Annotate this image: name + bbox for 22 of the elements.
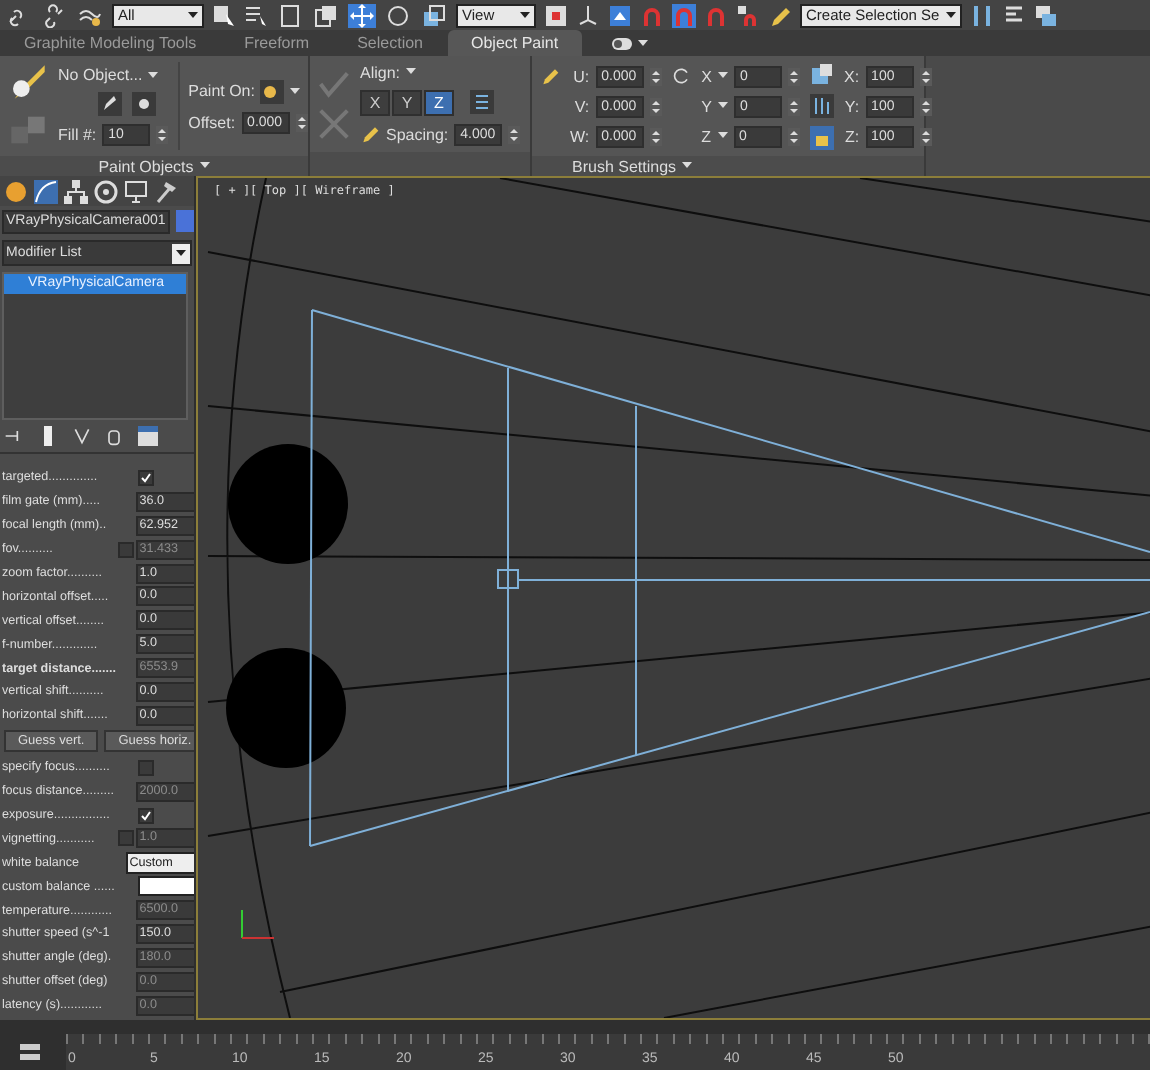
field-label: Offset: (188, 113, 236, 131)
ribbon-tab[interactable]: Selection (333, 30, 447, 56)
ribbon-tab[interactable]: Graphite Modeling Tools (0, 30, 221, 56)
field-label: X: (843, 67, 860, 85)
field-label: U: (573, 67, 590, 85)
field-label: V: (574, 97, 590, 115)
field-label: Paint On: (188, 82, 255, 100)
ribbon-tab[interactable]: Freeform (220, 30, 334, 56)
field-label: Z: (844, 127, 860, 145)
align-label[interactable]: Align: (360, 63, 401, 81)
object-picker[interactable]: No Object... (58, 66, 143, 84)
field-label: X (701, 67, 712, 85)
field-label: Fill #: (58, 126, 97, 144)
field-label: Y (701, 97, 712, 115)
field-label: Y: (844, 97, 860, 115)
axis-button[interactable]: X (360, 89, 390, 115)
axis-button[interactable]: Y (392, 89, 422, 115)
field-label: Z (701, 127, 712, 145)
field-label: Spacing: (386, 125, 449, 143)
axis-button[interactable]: Z (424, 89, 454, 115)
field-label: W: (570, 127, 590, 145)
ribbon-tab[interactable]: Object Paint (447, 30, 583, 56)
